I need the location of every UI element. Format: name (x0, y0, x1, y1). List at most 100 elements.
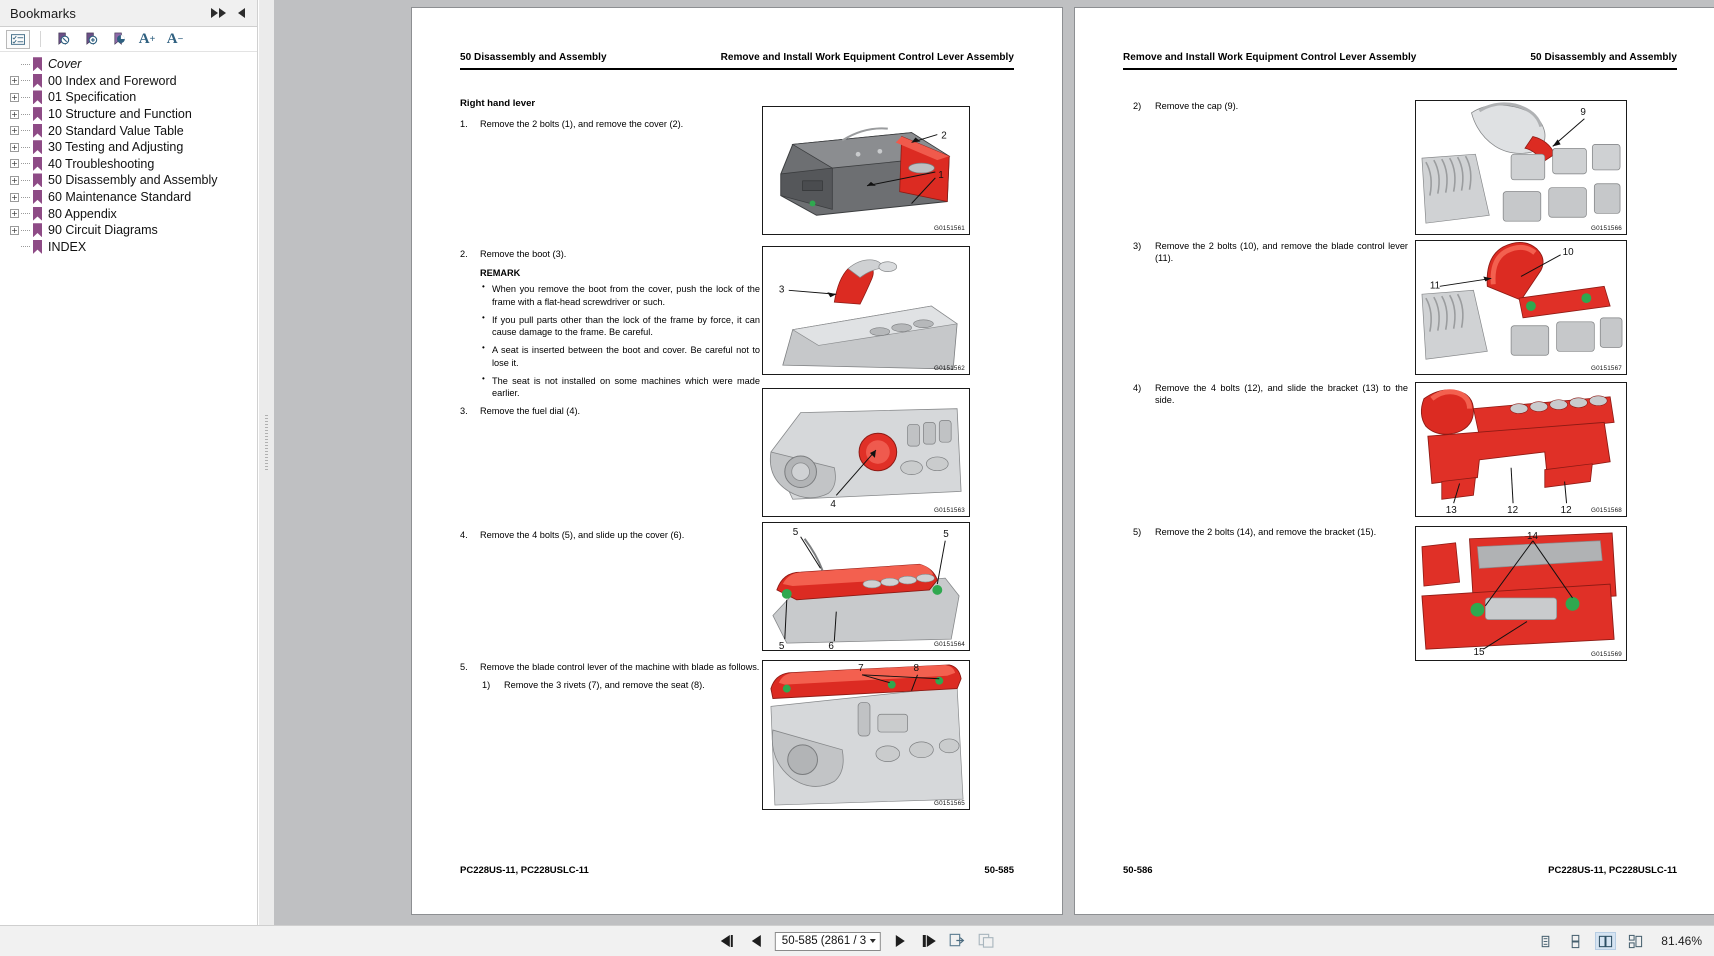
svg-text:10: 10 (1563, 247, 1575, 258)
delete-bookmark-icon[interactable] (49, 29, 77, 50)
bookmark-item[interactable]: +10 Structure and Function (0, 106, 257, 123)
extract-page-icon[interactable] (948, 932, 968, 950)
tree-connector (21, 130, 30, 132)
bookmarks-title: Bookmarks (10, 5, 76, 21)
splitter-grip[interactable] (265, 415, 268, 470)
pdf-page-left: 50 Disassembly and Assembly Remove and I… (412, 8, 1062, 914)
step-5-number: 5. (460, 662, 468, 672)
expand-toggle-icon[interactable]: + (10, 192, 19, 202)
figure-id: G0151562 (933, 365, 965, 372)
expand-toggle-icon[interactable]: + (10, 209, 19, 219)
bookmark-ribbon-icon (33, 57, 42, 71)
bookmark-item[interactable]: +00 Index and Foreword (0, 73, 257, 90)
step-5-right-text: Remove the 2 bolts (14), and remove the … (1155, 527, 1377, 537)
figure-id: G0151567 (1590, 365, 1622, 372)
bookmark-item[interactable]: +01 Specification (0, 89, 257, 106)
step-2-text: Remove the boot (3). (480, 249, 567, 259)
header-right-text: Remove and Install Work Equipment Contro… (720, 52, 1014, 63)
duplicate-page-icon[interactable] (977, 932, 997, 950)
document-viewport[interactable]: 50 Disassembly and Assembly Remove and I… (274, 0, 1714, 925)
bookmark-item[interactable]: +50 Disassembly and Assembly (0, 172, 257, 189)
next-page-button[interactable] (890, 931, 910, 951)
bookmark-item[interactable]: Cover (0, 56, 257, 73)
footer-page-number: 50-586 (1123, 865, 1153, 876)
tree-connector (21, 196, 30, 198)
bookmark-item[interactable]: +90 Circuit Diagrams (0, 222, 257, 239)
figure-id: G0151566 (1590, 225, 1622, 232)
collapse-panel-icon[interactable] (211, 8, 226, 18)
two-page-scroll-view-button[interactable] (1625, 932, 1646, 950)
left-text-column-3: 4. Remove the 4 bolts (5), and slide up … (460, 529, 760, 543)
left-text-column-2: 2. Remove the boot (3). REMARK When you … (460, 248, 760, 420)
chevron-down-icon[interactable] (870, 939, 877, 943)
bookmark-item-label: 40 Troubleshooting (48, 156, 155, 171)
step-3-text: Remove the fuel dial (4). (480, 406, 581, 417)
figure-id: G0151569 (1590, 651, 1622, 658)
remark-bullet-list: When you remove the boot from the cover,… (480, 282, 760, 399)
step-4: 4. Remove the 4 bolts (5), and slide up … (460, 529, 760, 541)
svg-text:5: 5 (793, 527, 799, 538)
right-text-column-2: 3) Remove the 2 bolts (10), and remove t… (1133, 240, 1408, 264)
bookmark-item-label: 30 Testing and Adjusting (48, 140, 184, 155)
panel-splitter[interactable] (259, 0, 274, 925)
expand-toggle-icon[interactable]: + (10, 126, 19, 136)
header-left-text: Remove and Install Work Equipment Contro… (1123, 52, 1417, 63)
figure-G0151561: 2 1 G0151561 (762, 106, 970, 235)
bookmarks-toolbar: A + A − (0, 27, 257, 52)
bookmark-item[interactable]: INDEX (0, 239, 257, 256)
bookmark-ribbon-icon (33, 124, 42, 138)
expand-toggle-icon[interactable]: + (10, 159, 19, 169)
continuous-scroll-view-button[interactable] (1565, 932, 1586, 950)
bookmark-item[interactable]: +20 Standard Value Table (0, 122, 257, 139)
bookmark-item[interactable]: +40 Troubleshooting (0, 156, 257, 173)
svg-text:5: 5 (779, 641, 785, 650)
remark-bullet: The seat is not installed on some machin… (480, 374, 760, 399)
tree-connector (21, 163, 30, 165)
step-3-right: 3) Remove the 2 bolts (10), and remove t… (1133, 240, 1408, 264)
step-5-right-number: 5) (1133, 527, 1142, 537)
bookmark-ribbon-icon (33, 140, 42, 154)
figure-G0151563: 4 G0151563 (762, 388, 970, 517)
sub-step-1: 1) Remove the 3 rivets (7), and remove t… (460, 679, 760, 691)
bookmark-item[interactable]: +30 Testing and Adjusting (0, 139, 257, 156)
first-page-button[interactable] (717, 931, 737, 951)
bookmark-ribbon-icon (33, 157, 42, 171)
bookmark-item[interactable]: +60 Maintenance Standard (0, 189, 257, 206)
page-number-field[interactable]: 50-585 (2861 / 3 (774, 931, 882, 951)
left-text-column: Right hand lever 1. Remove the 2 bolts (… (460, 98, 760, 132)
zoom-level-label[interactable]: 81.46% (1661, 934, 1702, 948)
step-2-number: 2. (460, 249, 468, 259)
footer-page-number: 50-585 (984, 865, 1014, 876)
expand-toggle-icon[interactable]: + (10, 225, 19, 235)
find-bookmark-icon[interactable] (105, 29, 133, 50)
expand-toggle-icon[interactable]: + (10, 76, 19, 86)
increase-text-size-icon[interactable]: A + (133, 29, 161, 50)
page-footer-right: 50-586 PC228US-11, PC228USLC-11 (1123, 865, 1677, 876)
two-page-view-button[interactable] (1595, 932, 1617, 950)
figure-G0151562: 3 G0151562 (762, 246, 970, 375)
figure-G0151566: 9 G0151566 (1415, 100, 1627, 235)
tree-connector (21, 229, 30, 231)
header-right-text: 50 Disassembly and Assembly (1530, 52, 1677, 63)
decrease-text-size-icon[interactable]: A − (161, 29, 189, 50)
previous-page-button[interactable] (746, 931, 766, 951)
step-2-right-text: Remove the cap (9). (1155, 101, 1239, 111)
single-page-view-button[interactable] (1535, 932, 1556, 950)
figure-G0151568: 13 12 12 G0151568 (1415, 382, 1627, 517)
bottom-toolbar: 50-585 (2861 / 3 81.46% (0, 925, 1714, 956)
hide-panel-icon[interactable] (238, 8, 245, 18)
figure-id: G0151565 (933, 800, 965, 807)
last-page-button[interactable] (919, 931, 939, 951)
bookmark-options-icon[interactable] (6, 29, 30, 49)
page-number-value: 50-585 (2861 / 3 (781, 935, 867, 947)
expand-toggle-icon[interactable]: + (10, 175, 19, 185)
figure-G0151569: 14 15 G0151569 (1415, 526, 1627, 661)
expand-toggle-icon[interactable]: + (10, 142, 19, 152)
expand-toggle-icon[interactable]: + (10, 109, 19, 119)
tree-connector (21, 179, 30, 181)
bookmark-item-label: 20 Standard Value Table (48, 123, 184, 138)
expand-toggle-icon[interactable]: + (10, 92, 19, 102)
add-bookmark-icon[interactable] (77, 29, 105, 50)
bookmark-item[interactable]: +80 Appendix (0, 205, 257, 222)
